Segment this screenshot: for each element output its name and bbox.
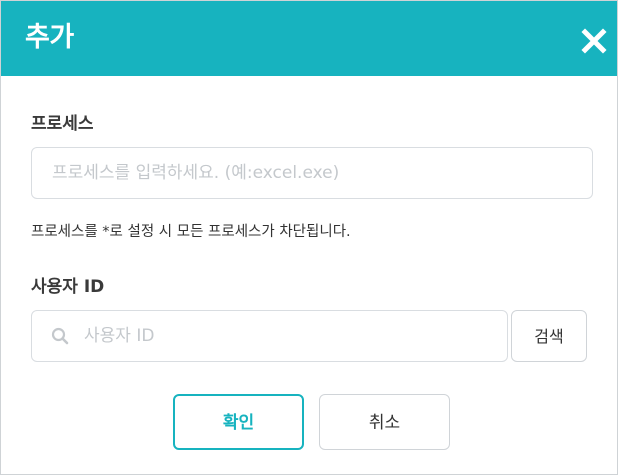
user-id-search-field (31, 310, 508, 362)
add-dialog: 추가 프로세스 프로세스를 *로 설정 시 모든 프로세스가 차단됩니다. 사용… (0, 0, 618, 475)
dialog-header: 추가 (1, 1, 617, 76)
dialog-title: 추가 (25, 22, 74, 53)
close-icon[interactable] (581, 25, 607, 55)
cancel-button[interactable]: 취소 (319, 394, 450, 450)
confirm-button[interactable]: 확인 (173, 394, 304, 450)
search-button[interactable]: 검색 (511, 310, 587, 362)
user-id-input[interactable] (31, 310, 508, 362)
process-help-text: 프로세스를 *로 설정 시 모든 프로세스가 차단됩니다. (31, 224, 351, 240)
process-input[interactable] (31, 147, 593, 199)
user-id-label: 사용자 ID (31, 277, 105, 297)
process-label: 프로세스 (31, 114, 94, 134)
